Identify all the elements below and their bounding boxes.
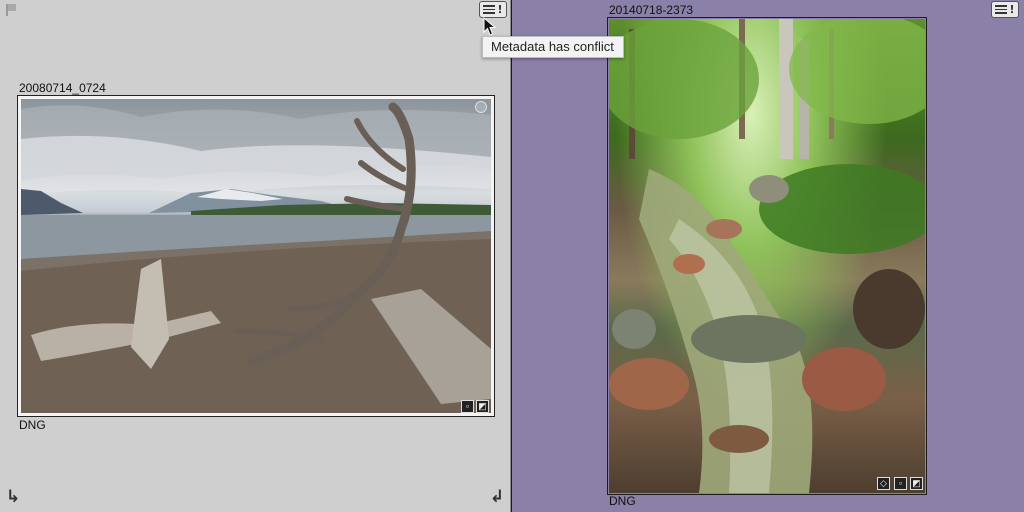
selection-circle-icon[interactable] <box>475 101 487 113</box>
adjustment-badge-icon[interactable]: ◩ <box>476 400 489 413</box>
metadata-conflict-tooltip: Metadata has conflict <box>482 36 624 58</box>
thumbnail-artwork <box>21 102 491 413</box>
metadata-lines-icon <box>483 5 496 14</box>
file-type-label: DNG <box>609 494 636 508</box>
grid-cell-left[interactable]: ! 20080714_0724 ▫ ◩ DNG ↳ ↲ <box>0 0 511 512</box>
rotate-left-icon[interactable]: ↳ <box>4 488 22 506</box>
crop-badge-icon[interactable]: ▫ <box>461 400 474 413</box>
metadata-badge-right[interactable]: ! <box>991 1 1019 18</box>
filename-label: 20140718-2373 <box>609 3 694 17</box>
rotate-right-icon[interactable]: ↲ <box>488 488 506 506</box>
thumbnail-frame-right <box>607 17 927 495</box>
metadata-badge-left[interactable]: ! <box>479 1 507 18</box>
mouse-pointer-icon <box>483 17 497 36</box>
metadata-lines-icon <box>995 5 1008 14</box>
flag-icon[interactable] <box>6 4 16 16</box>
crop-badge-icon[interactable]: ▫ <box>894 477 907 490</box>
adjustment-badge-icon[interactable]: ◩ <box>910 477 923 490</box>
thumbnail-image[interactable] <box>21 99 491 413</box>
keyword-badge-icon[interactable]: ◇ <box>877 477 890 490</box>
conflict-exclamation-icon: ! <box>497 3 503 16</box>
conflict-exclamation-icon: ! <box>1009 3 1015 16</box>
filename-label: 20080714_0724 <box>19 81 106 95</box>
file-type-label: DNG <box>19 418 46 432</box>
